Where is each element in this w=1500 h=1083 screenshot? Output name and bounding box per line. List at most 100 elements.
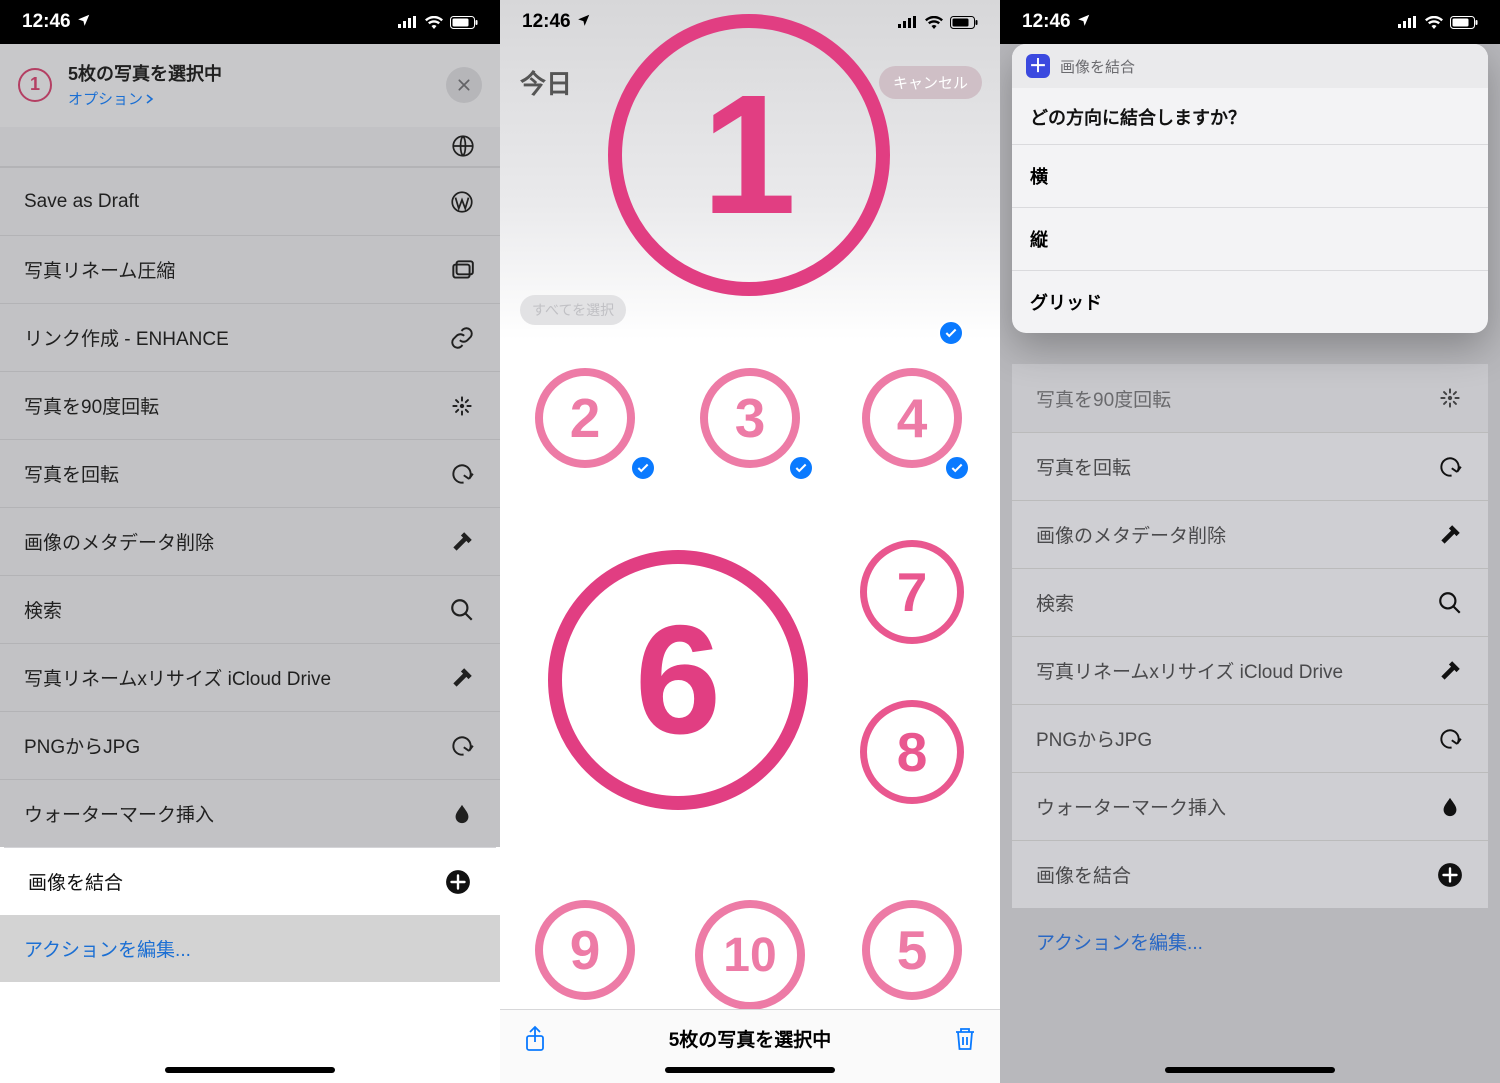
action-label: PNGからJPG	[24, 732, 434, 759]
list-item[interactable]: 写真リネームxリサイズ iCloud Drive	[0, 643, 500, 711]
globe-icon	[450, 133, 476, 164]
link-icon	[448, 324, 476, 352]
signal-icon	[1398, 16, 1418, 28]
action-label: 検索	[24, 596, 434, 623]
delete-button[interactable]	[952, 1026, 978, 1052]
hammer-icon	[448, 528, 476, 556]
list-item: 画像を結合	[1012, 840, 1488, 908]
share-button[interactable]	[522, 1026, 548, 1052]
photo-thumbnail-8[interactable]: 8	[860, 700, 964, 804]
search-icon	[448, 596, 476, 624]
selection-status: 5枚の写真を選択中	[548, 1025, 952, 1052]
sync-icon	[448, 460, 476, 488]
selected-check-icon	[938, 320, 964, 346]
share-sheet-body: 1 5枚の写真を選択中 オプション Save as Draft 写真リネーム圧縮	[0, 44, 500, 1083]
share-sheet-title: 5枚の写真を選択中	[68, 60, 430, 86]
action-label: 画像を結合	[28, 868, 430, 895]
list-item[interactable]	[0, 127, 500, 167]
action-label: ウォーターマーク挿入	[24, 800, 434, 827]
selected-check-icon	[944, 455, 970, 481]
options-link[interactable]: オプション	[68, 88, 154, 109]
battery-icon	[450, 16, 478, 29]
action-label: 写真リネームxリサイズ iCloud Drive	[24, 664, 434, 691]
photo-thumbnail-1[interactable]: 1	[608, 14, 890, 296]
photo-thumbnail-10[interactable]: 10	[695, 900, 805, 1010]
sync-icon	[448, 732, 476, 760]
status-bar: 12:46	[0, 0, 500, 44]
status-bar: 12:46	[1000, 0, 1500, 44]
wifi-icon	[1425, 16, 1443, 29]
list-item[interactable]: 写真を90度回転	[0, 371, 500, 439]
search-icon	[1436, 589, 1464, 617]
selection-count-badge: 1	[18, 68, 52, 102]
sync-icon	[1436, 453, 1464, 481]
list-item[interactable]: PNGからJPG	[0, 711, 500, 779]
option-horizontal[interactable]: 横	[1012, 144, 1488, 207]
screen-share-sheet: 12:46 1 5枚の写真を選択中 オプション	[0, 0, 500, 1083]
action-label: 画像のメタデータ削除	[24, 528, 434, 555]
plus-circle-icon	[1436, 861, 1464, 889]
selected-check-icon	[788, 455, 814, 481]
plus-circle-icon	[444, 868, 472, 896]
list-item[interactable]: リンク作成 - ENHANCE	[0, 303, 500, 371]
sparkle-icon	[1436, 384, 1464, 412]
hammer-icon	[1436, 657, 1464, 685]
battery-icon	[1450, 16, 1478, 29]
list-item[interactable]: 写真リネーム圧縮	[0, 235, 500, 303]
wifi-icon	[925, 16, 943, 29]
list-item[interactable]: ウォーターマーク挿入	[0, 779, 500, 847]
photo-thumbnail-2[interactable]: 2	[535, 368, 635, 468]
list-item: PNGからJPG	[1012, 704, 1488, 772]
share-action-list-bg: 写真を90度回転 写真を回転 画像のメタデータ削除 検索 写真リネームxリサイズ…	[1012, 364, 1488, 975]
action-label: リンク作成 - ENHANCE	[24, 324, 434, 351]
hammer-icon	[448, 664, 476, 692]
signal-icon	[898, 16, 918, 28]
list-item-highlighted[interactable]: 画像を結合	[4, 847, 496, 915]
option-vertical[interactable]: 縦	[1012, 207, 1488, 270]
photo-thumbnail-6[interactable]: 6	[548, 550, 808, 810]
list-item: 検索	[1012, 568, 1488, 636]
list-item: 写真リネームxリサイズ iCloud Drive	[1012, 636, 1488, 704]
photo-thumbnail-4[interactable]: 4	[862, 368, 962, 468]
photo-gallery[interactable]: 1 2 3 4 6 7 8 9 10 5	[500, 0, 1000, 1009]
list-item[interactable]: 写真を回転	[0, 439, 500, 507]
sync-icon	[1436, 725, 1464, 753]
share-sheet-header: 1 5枚の写真を選択中 オプション	[0, 44, 500, 127]
status-time: 12:46	[22, 11, 71, 33]
share-action-list[interactable]: Save as Draft 写真リネーム圧縮 リンク作成 - ENHANCE 写…	[0, 127, 500, 847]
wifi-icon	[425, 16, 443, 29]
photo-thumbnail-3[interactable]: 3	[700, 368, 800, 468]
list-item: 写真を90度回転	[1012, 364, 1488, 432]
list-item[interactable]: Save as Draft	[0, 167, 500, 235]
list-item[interactable]: 画像のメタデータ削除	[0, 507, 500, 575]
status-time: 12:46	[522, 11, 571, 33]
wordpress-icon	[448, 188, 476, 216]
location-icon	[1077, 11, 1091, 33]
action-label: 写真を90度回転	[24, 392, 434, 419]
list-item: 画像のメタデータ削除	[1012, 500, 1488, 568]
shortcut-app-icon: ＋	[1026, 54, 1050, 78]
drop-icon	[448, 800, 476, 828]
drop-icon	[1436, 793, 1464, 821]
battery-icon	[950, 16, 978, 29]
photo-thumbnail-9[interactable]: 9	[535, 900, 635, 1000]
list-item[interactable]: 検索	[0, 575, 500, 643]
direction-action-sheet: ＋ 画像を結合 どの方向に結合しますか？ 横 縦 グリッド	[1012, 44, 1488, 333]
images-icon	[448, 256, 476, 284]
home-indicator[interactable]	[165, 1067, 335, 1073]
home-indicator[interactable]	[665, 1067, 835, 1073]
close-button[interactable]	[446, 67, 482, 103]
photo-thumbnail-5[interactable]: 5	[862, 900, 962, 1000]
home-indicator[interactable]	[1165, 1067, 1335, 1073]
edit-actions-link[interactable]: アクションを編集...	[0, 915, 500, 982]
action-label: Save as Draft	[24, 191, 434, 213]
list-item: 写真を回転	[1012, 432, 1488, 500]
signal-icon	[398, 16, 418, 28]
edit-actions-link: アクションを編集...	[1012, 908, 1488, 975]
status-time: 12:46	[1022, 11, 1071, 33]
photo-thumbnail-7[interactable]: 7	[860, 540, 964, 644]
hammer-icon	[1436, 521, 1464, 549]
list-item: ウォーターマーク挿入	[1012, 772, 1488, 840]
option-grid[interactable]: グリッド	[1012, 270, 1488, 333]
sparkle-icon	[448, 392, 476, 420]
